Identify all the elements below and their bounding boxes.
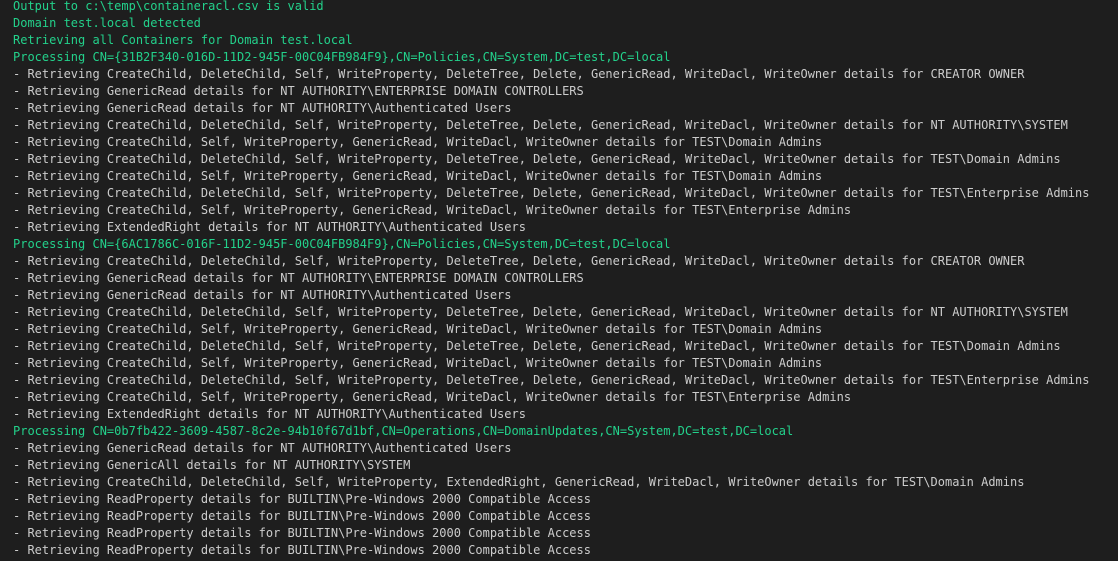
terminal-line: - Retrieving CreateChild, DeleteChild, S…	[13, 152, 1061, 166]
terminal-line: - Retrieving ExtendedRight details for N…	[13, 220, 526, 234]
terminal-line: - Retrieving CreateChild, DeleteChild, S…	[13, 475, 1025, 489]
terminal-output[interactable]: Output to c:\temp\containeracl.csv is va…	[0, 0, 1118, 559]
terminal-line: - Retrieving GenericRead details for NT …	[13, 84, 584, 98]
terminal-line: - Retrieving ReadProperty details for BU…	[13, 492, 591, 506]
terminal-line: - Retrieving CreateChild, Self, WritePro…	[13, 390, 852, 404]
terminal-line: - Retrieving CreateChild, Self, WritePro…	[13, 356, 823, 370]
terminal-line: - Retrieving ExtendedRight details for N…	[13, 407, 526, 421]
terminal-line: - Retrieving ReadProperty details for BU…	[13, 509, 591, 523]
terminal-line: - Retrieving ReadProperty details for BU…	[13, 526, 591, 540]
terminal-line: - Retrieving CreateChild, Self, WritePro…	[13, 322, 823, 336]
terminal-line: - Retrieving CreateChild, DeleteChild, S…	[13, 254, 1025, 268]
terminal-line: Processing CN={6AC1786C-016F-11D2-945F-0…	[13, 237, 671, 251]
terminal-line: Domain test.local detected	[13, 16, 201, 30]
terminal-line: Processing CN={31B2F340-016D-11D2-945F-0…	[13, 50, 671, 64]
terminal-line: - Retrieving GenericAll details for NT A…	[13, 458, 411, 472]
terminal-line: - Retrieving ReadProperty details for BU…	[13, 543, 591, 557]
terminal-line: - Retrieving CreateChild, DeleteChild, S…	[13, 118, 1068, 132]
terminal-line: - Retrieving CreateChild, DeleteChild, S…	[13, 339, 1061, 353]
terminal-line: - Retrieving GenericRead details for NT …	[13, 271, 584, 285]
terminal-line: - Retrieving CreateChild, Self, WritePro…	[13, 169, 823, 183]
terminal-line: - Retrieving GenericRead details for NT …	[13, 101, 512, 115]
terminal-line: Output to c:\temp\containeracl.csv is va…	[13, 0, 324, 13]
terminal-line: Retrieving all Containers for Domain tes…	[13, 33, 353, 47]
terminal-line: - Retrieving CreateChild, Self, WritePro…	[13, 203, 852, 217]
terminal-line: - Retrieving CreateChild, Self, WritePro…	[13, 135, 823, 149]
terminal-line: - Retrieving CreateChild, DeleteChild, S…	[13, 67, 1025, 81]
terminal-line: - Retrieving CreateChild, DeleteChild, S…	[13, 373, 1090, 387]
terminal-line: - Retrieving GenericRead details for NT …	[13, 441, 512, 455]
terminal-line: - Retrieving CreateChild, DeleteChild, S…	[13, 186, 1090, 200]
terminal-line: Processing CN=0b7fb422-3609-4587-8c2e-94…	[13, 424, 794, 438]
terminal-line: - Retrieving CreateChild, DeleteChild, S…	[13, 305, 1068, 319]
terminal-line: - Retrieving GenericRead details for NT …	[13, 288, 512, 302]
